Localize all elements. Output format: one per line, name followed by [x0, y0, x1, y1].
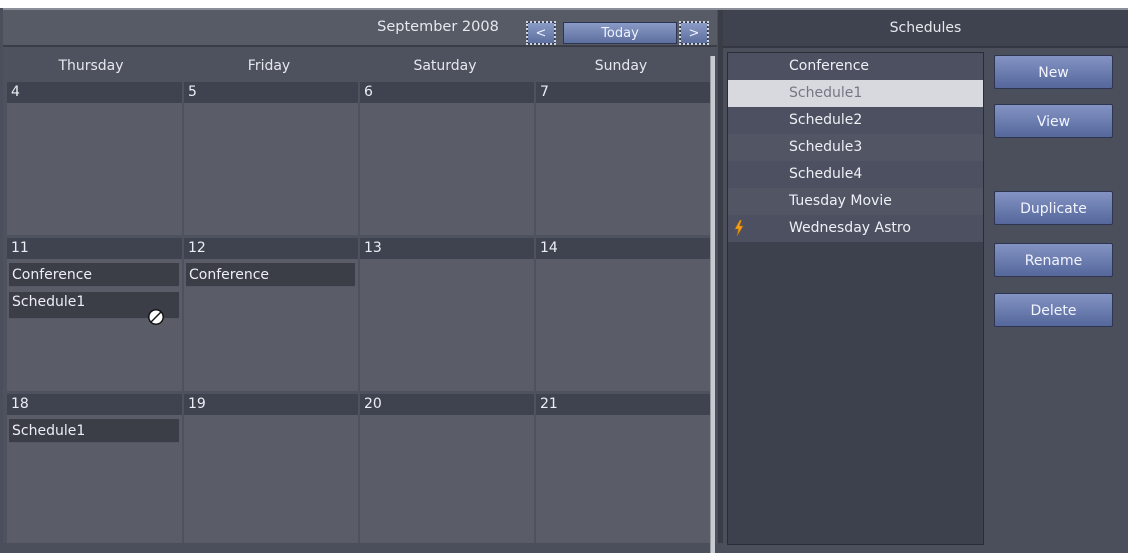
schedule-list-item[interactable]: Wednesday Astro	[728, 215, 983, 242]
calendar-event-label: Schedule1	[12, 294, 86, 310]
day-cell[interactable]: 12 Conference	[184, 238, 358, 391]
duplicate-button[interactable]: Duplicate	[994, 191, 1113, 225]
day-number: 20	[360, 394, 534, 415]
schedule-list-item[interactable]: Tuesday Movie	[728, 188, 983, 215]
day-name-friday: Friday	[247, 58, 291, 74]
schedule-list-item[interactable]: Schedule4	[728, 161, 983, 188]
window-top-edge	[0, 0, 1128, 8]
day-body	[7, 103, 182, 235]
day-body	[360, 103, 534, 235]
schedule-list-item[interactable]: Schedule3	[728, 134, 983, 161]
calendar-panel: September 2008 < Today > Thursday Friday…	[3, 10, 717, 553]
day-number: 12	[184, 238, 358, 259]
schedule-list-item[interactable]: Schedule2	[728, 107, 983, 134]
calendar-header: September 2008 < Today >	[3, 10, 717, 47]
rename-button[interactable]: Rename	[994, 243, 1113, 277]
month-label: September 2008	[377, 19, 499, 35]
day-cell[interactable]: 20	[360, 394, 534, 543]
calendar-event[interactable]: Conference	[186, 263, 355, 287]
day-cell[interactable]: 18 Schedule1	[7, 394, 182, 543]
day-number: 21	[536, 394, 710, 415]
day-body: Schedule1	[7, 415, 182, 543]
schedule-list-item-label: Wednesday Astro	[789, 220, 911, 236]
day-body	[184, 415, 358, 543]
day-cell[interactable]: 13	[360, 238, 534, 391]
calendar-scroll-divider	[710, 56, 715, 553]
day-cell[interactable]: 7	[536, 82, 710, 235]
day-number: 14	[536, 238, 710, 259]
day-number: 6	[360, 82, 534, 103]
day-cell[interactable]: 19	[184, 394, 358, 543]
view-button[interactable]: View	[994, 104, 1113, 138]
day-number: 5	[184, 82, 358, 103]
day-cell[interactable]: 6	[360, 82, 534, 235]
no-drop-cursor-icon	[148, 309, 164, 325]
day-body	[536, 415, 710, 543]
schedules-list: Conference Schedule1 Schedule2 Schedule3…	[727, 52, 984, 545]
day-number: 13	[360, 238, 534, 259]
previous-month-button[interactable]: <	[526, 21, 556, 45]
schedules-panel: Schedules Conference Schedule1 Schedule2…	[723, 10, 1128, 545]
day-body	[184, 103, 358, 235]
day-body	[360, 259, 534, 391]
day-body	[536, 259, 710, 391]
new-button[interactable]: New	[994, 55, 1113, 89]
schedule-list-item[interactable]: Schedule1	[728, 80, 983, 107]
day-cell[interactable]: 11 Conference Schedule1	[7, 238, 182, 391]
day-number: 19	[184, 394, 358, 415]
delete-button[interactable]: Delete	[994, 293, 1113, 327]
day-name-thursday: Thursday	[58, 58, 124, 74]
schedule-list-item[interactable]: Conference	[728, 53, 983, 80]
day-body: Conference Schedule1	[7, 259, 182, 391]
day-cell[interactable]: 5	[184, 82, 358, 235]
day-number: 7	[536, 82, 710, 103]
day-body: Conference	[184, 259, 358, 391]
day-number: 11	[7, 238, 182, 259]
day-cell[interactable]: 4	[7, 82, 182, 235]
day-number: 18	[7, 394, 182, 415]
next-month-button[interactable]: >	[679, 21, 709, 45]
day-cell[interactable]: 21	[536, 394, 710, 543]
schedules-title: Schedules	[723, 10, 1128, 48]
day-name-saturday: Saturday	[413, 58, 477, 74]
calendar-event[interactable]: Schedule1	[9, 292, 179, 325]
day-body	[536, 103, 710, 235]
day-name-sunday: Sunday	[594, 58, 648, 74]
calendar-event[interactable]: Schedule1	[9, 419, 179, 443]
today-button[interactable]: Today	[563, 22, 677, 44]
day-cell[interactable]: 14	[536, 238, 710, 391]
day-number: 4	[7, 82, 182, 103]
calendar-event[interactable]: Conference	[9, 263, 179, 287]
lightning-bolt-icon	[734, 220, 744, 236]
day-body	[360, 415, 534, 543]
